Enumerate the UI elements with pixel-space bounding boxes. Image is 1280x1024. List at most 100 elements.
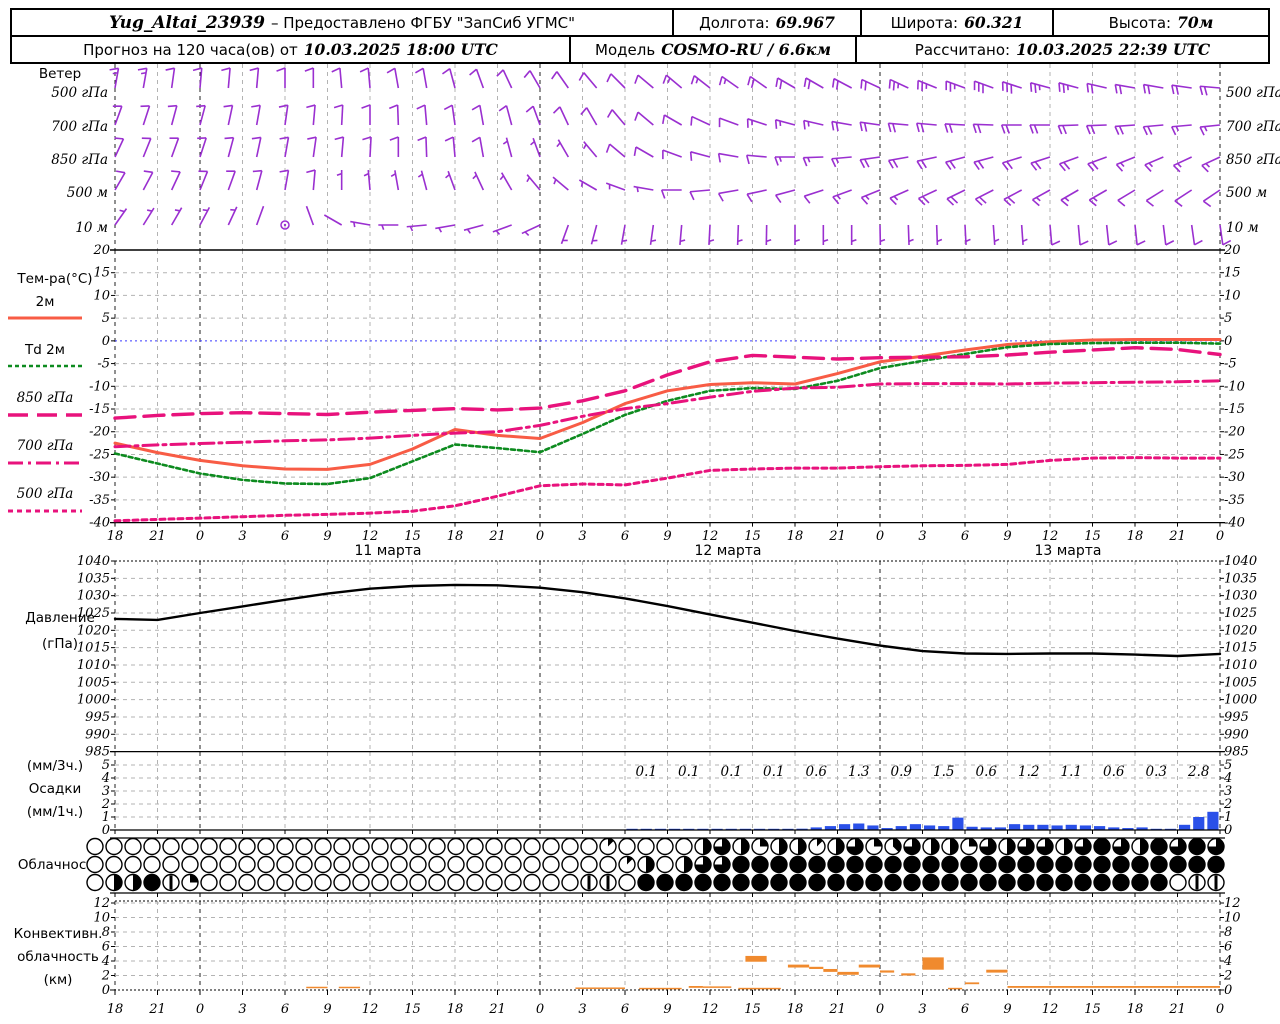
hour-label: 9 xyxy=(663,529,671,544)
wind-level-label-right: 500 гПа xyxy=(1226,85,1280,101)
bottom-hour-label: 15 xyxy=(404,1002,421,1017)
temp-tick-left: -10 xyxy=(89,379,110,394)
convective-block xyxy=(787,964,810,968)
hour-label: 0 xyxy=(196,529,204,544)
pressure-tick-right: 1025 xyxy=(1224,606,1257,621)
precip-bar xyxy=(909,824,921,830)
precip-1h-label: (мм/1ч.) xyxy=(27,804,83,820)
pressure-tick-left: 1015 xyxy=(77,641,110,656)
date-label: 13 марта xyxy=(1034,543,1101,559)
bottom-hour-label: 0 xyxy=(1216,1002,1224,1017)
pressure-tick-left: 1025 xyxy=(77,606,110,621)
pressure-tick-left: 1005 xyxy=(77,675,110,690)
temp-tick-right: -25 xyxy=(1224,447,1245,462)
precip-3h-value: 0.6 xyxy=(976,764,998,780)
precip-bar xyxy=(952,817,964,830)
pressure-tick-left: 1000 xyxy=(77,693,110,708)
convective-tick-right: 2 xyxy=(1223,969,1232,984)
hour-label: 15 xyxy=(404,529,421,544)
legend-label: 700 гПа xyxy=(17,438,74,454)
pressure-tick-right: 1035 xyxy=(1224,571,1257,586)
precip-bar xyxy=(1065,824,1077,830)
temp-tick-right: -35 xyxy=(1224,493,1245,508)
hour-label: 21 xyxy=(1168,529,1186,544)
convective-block xyxy=(965,982,980,985)
precip-bar xyxy=(1179,824,1191,830)
temp-tick-right: -10 xyxy=(1224,379,1245,394)
convective-tick-left: 4 xyxy=(101,954,110,969)
wind-level-label-right: 700 гПа xyxy=(1226,119,1280,135)
precip-3h-value: 0.6 xyxy=(806,764,828,780)
convective-tick-left: 12 xyxy=(93,896,110,911)
hour-label: 0 xyxy=(536,529,544,544)
convective-block xyxy=(338,986,361,989)
convective-tick-left: 0 xyxy=(102,983,110,998)
bottom-hour-label: 21 xyxy=(488,1002,506,1017)
pressure-tick-right: 1030 xyxy=(1224,589,1257,604)
bottom-hour-label: 9 xyxy=(323,1002,331,1017)
hour-label: 21 xyxy=(488,529,506,544)
precip-3h-value: 1.1 xyxy=(1061,764,1082,780)
pressure-tick-right: 990 xyxy=(1224,727,1249,742)
convective-block xyxy=(809,966,824,969)
pressure-tick-right: 1005 xyxy=(1224,675,1257,690)
wind-level-label-left: 850 гПа xyxy=(51,152,108,168)
convective-tick-left: 8 xyxy=(102,925,110,940)
precip-bar xyxy=(1193,817,1205,830)
pressure-tick-right: 1020 xyxy=(1224,623,1257,638)
temp-tick-right: -40 xyxy=(1224,516,1245,531)
date-label: 11 марта xyxy=(354,543,421,559)
pressure-tick-left: 1010 xyxy=(77,658,110,673)
hour-label: 6 xyxy=(961,529,969,544)
convective-block xyxy=(639,987,682,990)
bottom-hour-label: 18 xyxy=(787,1002,804,1017)
convective-label-1: Конвективн. xyxy=(14,926,103,942)
bottom-hour-label: 12 xyxy=(702,1002,719,1017)
wind-level-label-right: 500 м xyxy=(1226,185,1267,201)
hour-label: 0 xyxy=(1216,529,1224,544)
bottom-hour-label: 9 xyxy=(1003,1002,1011,1017)
bottom-hour-label: 15 xyxy=(744,1002,761,1017)
meteogram-chart: Ветер 500 гПа 500 гПа 700 гПа 700 гПа 850 гПа… xyxy=(8,64,1280,1017)
precip-3h-value: 0.9 xyxy=(891,764,913,780)
convective-block xyxy=(880,970,895,973)
temp-tick-right: -20 xyxy=(1224,425,1245,440)
precip-bar xyxy=(1051,825,1063,830)
hour-label: 18 xyxy=(787,529,804,544)
convective-label-3: (км) xyxy=(44,972,73,988)
temp-tick-right: -30 xyxy=(1224,470,1245,485)
hour-label: 18 xyxy=(447,529,464,544)
hour-label: 18 xyxy=(1127,529,1144,544)
precip-3h-label: (мм/3ч.) xyxy=(27,758,83,774)
temp-tick-right: -15 xyxy=(1224,402,1245,417)
convective-tick-left: 2 xyxy=(101,969,110,984)
temp-tick-right: 15 xyxy=(1224,266,1241,281)
hour-label: 12 xyxy=(362,529,379,544)
convective-block xyxy=(306,986,328,989)
convective-block xyxy=(901,973,916,976)
legend-label: 2м xyxy=(36,294,55,310)
temp-tick-left: -30 xyxy=(89,470,110,485)
temp-panel-title: Тем-ра(°C) xyxy=(16,271,92,287)
wind-level-label-left: 700 гПа xyxy=(51,119,108,135)
bottom-hour-label: 6 xyxy=(621,1002,629,1017)
pressure-tick-left: 990 xyxy=(85,727,110,742)
precip-bar xyxy=(1207,811,1219,830)
meteogram-page: Yug_Altai_23939 – Предоставлено ФГБУ "За… xyxy=(0,0,1280,1024)
bottom-hour-label: 3 xyxy=(238,1002,246,1017)
convective-label-2: облачность xyxy=(17,949,99,965)
hour-label: 21 xyxy=(148,529,166,544)
wind-level-label-right: 850 гПа xyxy=(1226,152,1280,168)
precip-bar xyxy=(839,824,851,830)
temp-tick-right: 5 xyxy=(1224,311,1232,326)
convective-block xyxy=(738,987,781,990)
temp-tick-left: -35 xyxy=(89,493,110,508)
bottom-hour-label: 15 xyxy=(1084,1002,1101,1017)
temp-tick-left: -5 xyxy=(97,357,110,372)
hour-label: 18 xyxy=(107,529,124,544)
temp-tick-right: -5 xyxy=(1224,357,1237,372)
legend-label: 850 гПа xyxy=(17,390,74,406)
hour-label: 15 xyxy=(744,529,761,544)
wind-level-label-left: 500 гПа xyxy=(51,85,108,101)
temp-tick-left: 0 xyxy=(102,334,110,349)
